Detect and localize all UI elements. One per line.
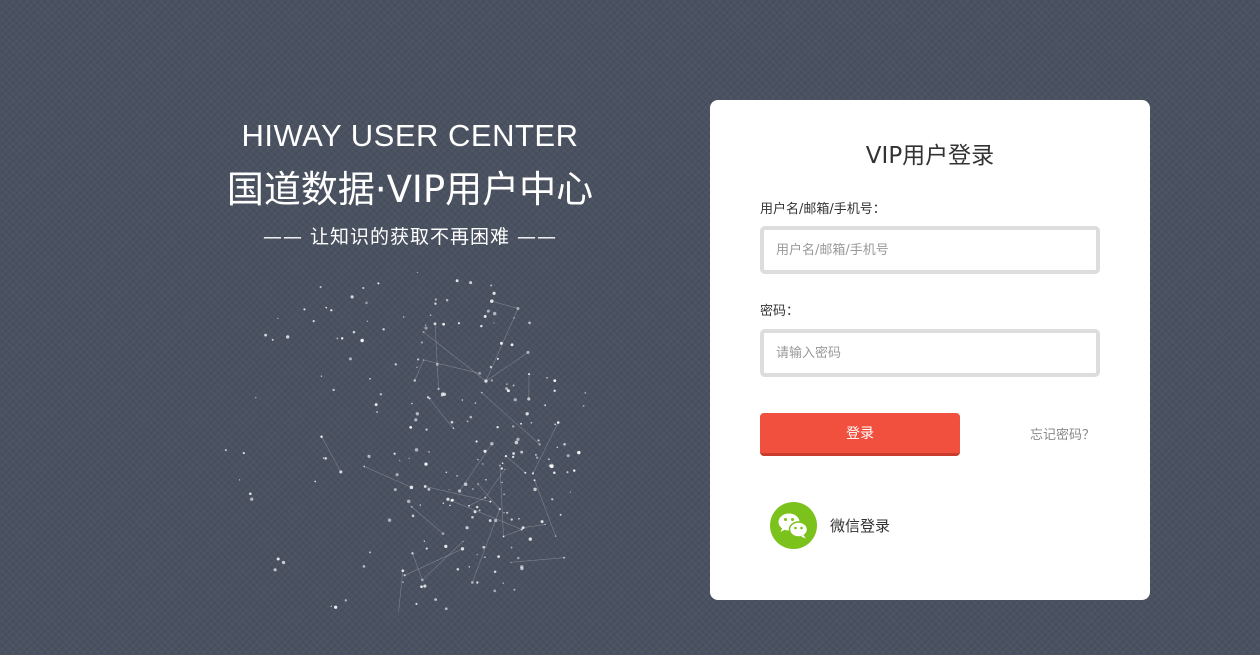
username-label: 用户名/邮箱/手机号： (760, 202, 886, 217)
wechat-login-button[interactable]: 微信登录 (770, 502, 890, 549)
hero-section: HIWAY USER CENTER 国道数据·VIP用户中心 —— 让知识的获取… (200, 112, 620, 252)
login-button[interactable]: 登录 (760, 413, 960, 456)
hero-title-cn: 国道数据·VIP用户中心 (226, 168, 594, 211)
hero-slogan: —— 让知识的获取不再困难 —— (262, 226, 558, 248)
password-input[interactable] (760, 329, 1100, 377)
password-label: 密码： (760, 304, 800, 319)
wechat-icon (770, 502, 817, 549)
username-input[interactable] (760, 226, 1100, 274)
forgot-password-link[interactable]: 忘记密码？ (1030, 424, 1095, 443)
login-title: VIP用户登录 (865, 143, 995, 169)
hero-title-en: HIWAY USER CENTER (241, 118, 579, 153)
globe-network-image (224, 272, 587, 612)
wechat-login-label: 微信登录 (830, 517, 891, 535)
